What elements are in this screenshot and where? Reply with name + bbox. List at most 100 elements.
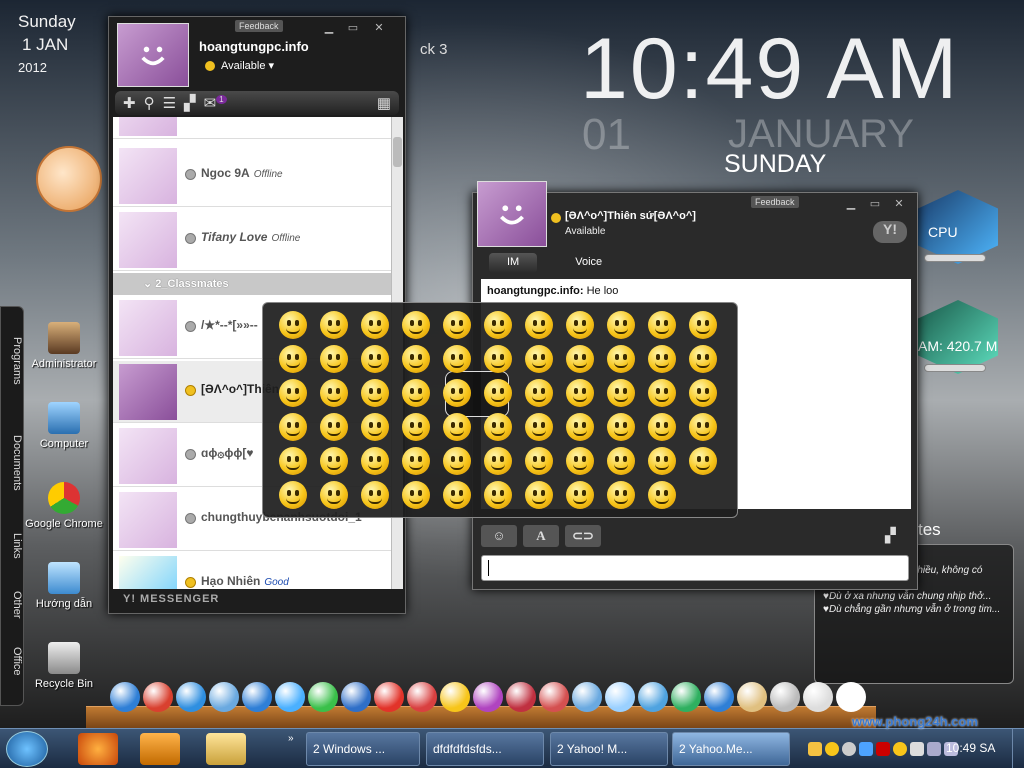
emoticon-icon[interactable] [648,345,676,373]
emoticon-icon[interactable] [607,481,635,509]
tray-messenger-icon[interactable] [808,742,822,756]
emoticon-icon[interactable] [443,447,471,475]
emoticon-icon[interactable] [279,345,307,373]
font-button[interactable]: A [523,525,559,547]
attach-button[interactable]: ⊂⊃ [565,525,601,547]
close-button[interactable]: ✕ [891,197,907,210]
tray-minus-icon[interactable] [842,742,856,756]
emoticon-icon[interactable] [320,345,348,373]
dock-app-icon[interactable] [605,682,635,712]
task-document[interactable]: dfdfdfdsfds... [426,732,544,766]
status-selector[interactable]: Available ▾ [221,59,274,72]
emoticon-icon[interactable] [484,345,512,373]
tab-voice[interactable]: Voice [557,253,620,273]
dock-app-icon[interactable] [770,682,800,712]
dock-app-icon[interactable] [704,682,734,712]
mail-icon[interactable]: ✉ 1 [204,94,227,112]
emoticon-icon[interactable] [607,413,635,441]
add-contact-icon[interactable]: ✚ [123,94,136,112]
emoticon-icon[interactable] [689,447,717,475]
desktop-icon-administrator[interactable]: Administrator [24,322,104,370]
emoticon-icon[interactable] [648,311,676,339]
dock-app-icon[interactable] [407,682,437,712]
emoticon-icon[interactable] [648,447,676,475]
close-button[interactable]: ✕ [371,21,387,34]
cat-gadget-icon[interactable] [36,146,102,212]
emoticon-icon[interactable] [361,481,389,509]
emoticon-icon[interactable] [279,379,307,407]
dock-app-icon[interactable] [440,682,470,712]
emoticon-icon[interactable] [525,481,553,509]
emoticon-icon[interactable] [320,481,348,509]
grid-view-icon[interactable]: ▦ [377,94,391,112]
emoticon-icon[interactable] [689,345,717,373]
emoticon-icon[interactable] [648,379,676,407]
emoticon-icon[interactable] [443,413,471,441]
emoticon-icon[interactable] [361,345,389,373]
emoticon-icon[interactable] [484,481,512,509]
start-button[interactable] [6,731,48,767]
emoticon-icon[interactable] [402,311,430,339]
emoticon-icon[interactable] [566,481,594,509]
emoticon-icon[interactable] [689,413,717,441]
dock-app-icon[interactable] [506,682,536,712]
emoticon-icon[interactable] [607,345,635,373]
group-header[interactable]: ⌄ 2_Classmates [113,273,391,295]
task-yahoo-1[interactable]: 2 Yahoo! M... [550,732,668,766]
emoticon-icon[interactable] [279,413,307,441]
tray-clock[interactable]: 10:49 SA [946,741,995,755]
emoticon-icon[interactable] [320,379,348,407]
minimize-button[interactable]: ▁ [843,197,859,210]
firefox-icon[interactable] [78,733,118,765]
maximize-button[interactable]: ▭ [345,21,361,34]
sort-icon[interactable]: ☰ [163,94,176,112]
emoticon-icon[interactable] [566,413,594,441]
contact-row[interactable]: Hạo Nhiên Good [113,553,391,589]
emoticon-icon[interactable] [402,345,430,373]
desktop-icon-guide[interactable]: Hướng dẫn [24,562,104,610]
feedback-button[interactable]: Feedback [751,196,799,208]
emoticon-icon[interactable] [443,345,471,373]
emoticon-icon[interactable] [320,413,348,441]
search-icon[interactable]: ⚲ [144,94,155,112]
desktop-icon-computer[interactable]: Computer [24,402,104,450]
dock-app-icon[interactable] [671,682,701,712]
show-desktop-button[interactable] [1012,729,1024,768]
media-player-icon[interactable] [140,733,180,765]
emoticon-icon[interactable] [484,379,512,407]
emoticon-icon[interactable] [402,481,430,509]
task-group-arrow-icon[interactable]: » [288,733,294,744]
dock-app-icon[interactable] [374,682,404,712]
dock-app-icon[interactable] [308,682,338,712]
minimize-button[interactable]: ▁ [321,21,337,34]
maximize-button[interactable]: ▭ [867,197,883,210]
dock-app-icon[interactable] [275,682,305,712]
emoticon-icon[interactable] [484,447,512,475]
emoticon-icon[interactable] [566,447,594,475]
emoticon-icon[interactable] [443,311,471,339]
feedback-button[interactable]: Feedback [235,20,283,32]
contact-row[interactable]: Tifany Love Offline [113,209,391,271]
tray-drop-icon[interactable] [859,742,873,756]
emoticon-icon[interactable] [689,379,717,407]
contact-row[interactable]: Ngoc 9A Offline [113,145,391,207]
emoticon-icon[interactable] [402,413,430,441]
task-yahoo-2[interactable]: 2 Yahoo.Me... [672,732,790,766]
emoticon-icon[interactable] [607,379,635,407]
dock-app-icon[interactable] [737,682,767,712]
dock-app-icon[interactable] [110,682,140,712]
dock-app-icon[interactable] [176,682,206,712]
contact-row[interactable] [113,117,391,139]
tray-flag-icon[interactable] [910,742,924,756]
emoticon-icon[interactable] [279,311,307,339]
plugins-icon[interactable]: ▞ [885,527,896,544]
sidebar-tab-other[interactable]: Other [3,591,23,619]
emoticon-icon[interactable] [648,413,676,441]
emoticon-icon[interactable] [443,379,471,407]
emoticon-icon[interactable] [525,413,553,441]
emoticon-icon[interactable] [402,447,430,475]
sidebar-tab-office[interactable]: Office [3,647,23,676]
dock-app-icon[interactable] [572,682,602,712]
task-windows[interactable]: 2 Windows ... [306,732,420,766]
user-avatar[interactable] [117,23,189,87]
